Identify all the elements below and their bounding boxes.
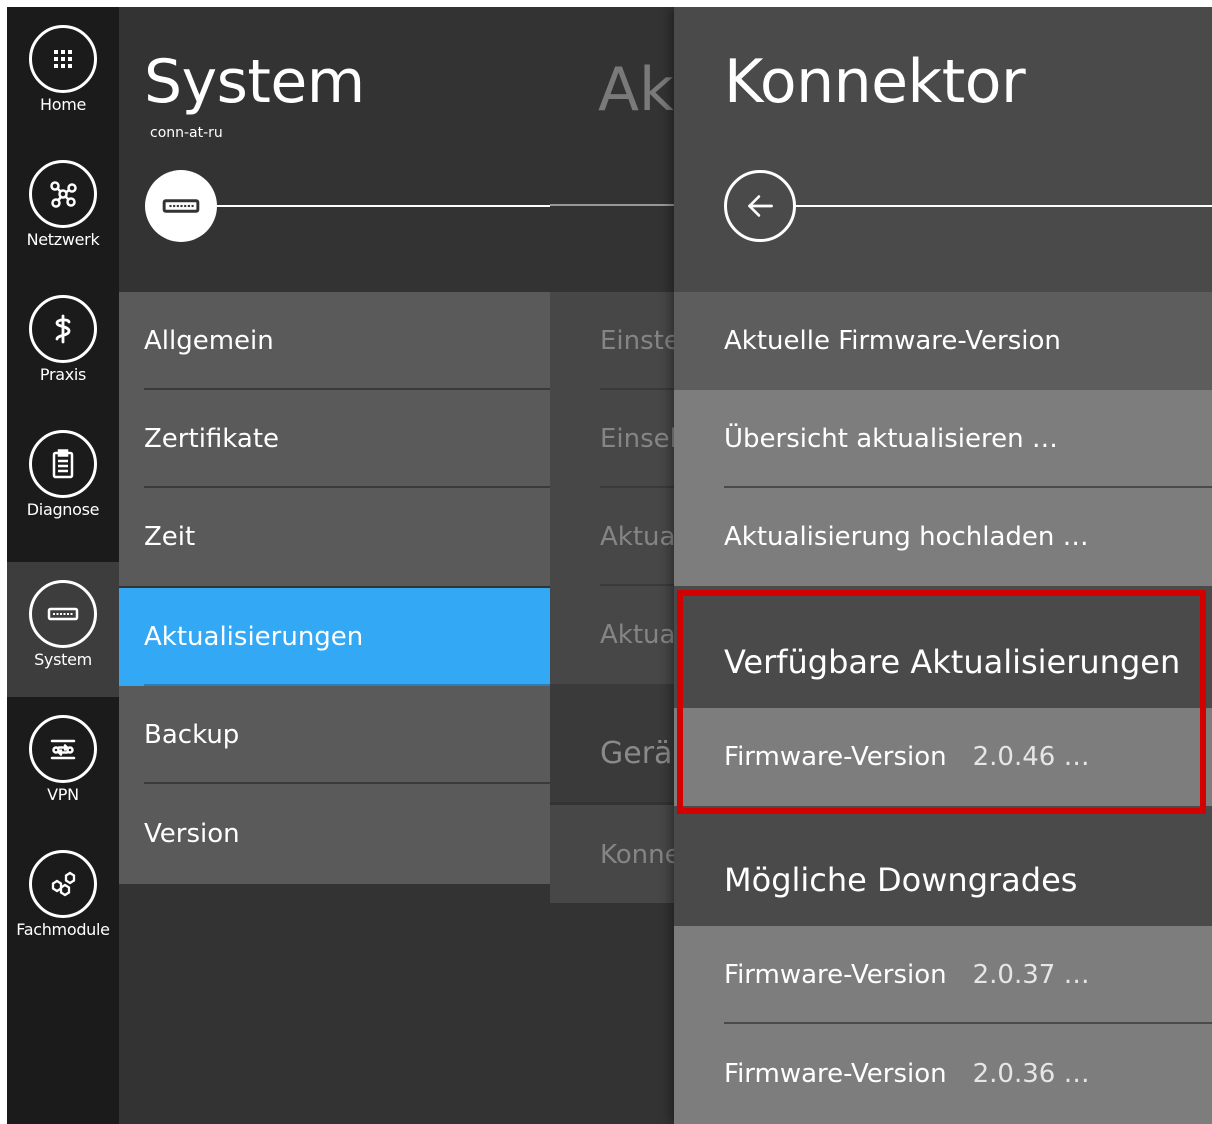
back-button[interactable] xyxy=(724,170,796,242)
breadcrumb-line xyxy=(550,204,674,206)
nav-item-home[interactable]: Home xyxy=(7,7,119,142)
list-item-label: Einste xyxy=(600,326,674,356)
list-item-label: Aktua xyxy=(600,620,674,650)
firmware-label: Firmware-Version xyxy=(724,960,947,990)
refresh-overview-row[interactable]: Übersicht aktualisieren … xyxy=(674,390,1212,488)
konnektor-panel: Konnektor Aktuelle Firmware-Version Über… xyxy=(674,7,1212,1124)
grid-icon xyxy=(29,25,97,93)
menu-item-zertifikate[interactable]: Zertifikate xyxy=(119,390,550,488)
nav-label: VPN xyxy=(47,785,79,804)
nav-item-netzwerk[interactable]: Netzwerk xyxy=(7,142,119,277)
menu-item-label: Backup xyxy=(144,720,240,750)
menu-item-backup[interactable]: Backup xyxy=(119,686,550,784)
aktualisierungen-panel: Ak Einste Einsel Aktua Aktua Gerä Konne xyxy=(550,7,674,1124)
menu-item-aktualisierungen[interactable]: Aktualisierungen xyxy=(119,588,550,686)
menu-item-label: Version xyxy=(144,819,240,849)
system-panel: System conn-at-ru Allgemein Zertifikate … xyxy=(119,7,550,1124)
list-item-label: Einsel xyxy=(600,424,674,454)
breadcrumb-line xyxy=(217,205,550,207)
vpn-icon xyxy=(29,715,97,783)
row-label: Firmware-Version 2.0.36 … xyxy=(724,1059,1090,1089)
firmware-label: Firmware-Version xyxy=(724,742,947,772)
nav-label: Diagnose xyxy=(26,500,100,519)
row-label: Aktuelle Firmware-Version xyxy=(724,326,1061,356)
row-label: Firmware-Version 2.0.37 … xyxy=(724,960,1090,990)
nav-item-system[interactable]: System xyxy=(7,562,119,697)
list-item-label: Konne xyxy=(600,840,674,870)
medical-icon xyxy=(29,295,97,363)
downgrade-firmware-row[interactable]: Firmware-Version 2.0.37 … xyxy=(674,926,1212,1024)
app-window: Home Netzwerk Praxis Diagnose System VPN… xyxy=(7,7,1212,1124)
menu-item-label: Zeit xyxy=(144,522,196,552)
section-heading: Mögliche Downgrades xyxy=(724,861,1078,899)
available-firmware-row[interactable]: Firmware-Version 2.0.46 … xyxy=(674,708,1212,806)
nav-item-fachmodule[interactable]: Fachmodule xyxy=(7,832,119,967)
downgrades-header: Mögliche Downgrades xyxy=(674,808,1212,926)
row-label: Übersicht aktualisieren … xyxy=(724,424,1058,454)
hexagons-icon xyxy=(29,850,97,918)
menu-item-zeit[interactable]: Zeit xyxy=(119,488,550,586)
menu-item-allgemein[interactable]: Allgemein xyxy=(119,292,550,390)
firmware-version: 2.0.46 … xyxy=(972,742,1090,772)
section-heading: Verfügbare Aktualisierungen xyxy=(724,643,1181,681)
menu-item-label: Aktualisierungen xyxy=(144,622,364,652)
nav-rail: Home Netzwerk Praxis Diagnose System VPN… xyxy=(7,7,119,1124)
panel-title: Konnektor xyxy=(724,47,1026,117)
upload-update-row[interactable]: Aktualisierung hochladen … xyxy=(674,488,1212,586)
row-label: Firmware-Version 2.0.46 … xyxy=(724,742,1090,772)
nav-item-vpn[interactable]: VPN xyxy=(7,697,119,832)
available-updates-header: Verfügbare Aktualisierungen xyxy=(674,588,1212,706)
section-header: Gerä xyxy=(550,684,674,802)
nav-label: Praxis xyxy=(39,365,87,384)
current-firmware-row[interactable]: Aktuelle Firmware-Version xyxy=(674,292,1212,390)
nav-label: Netzwerk xyxy=(26,230,100,249)
panel-title: Ak xyxy=(598,55,674,125)
section-label: Gerä xyxy=(600,736,673,771)
device-subtitle: conn-at-ru xyxy=(150,125,223,141)
breadcrumb-line xyxy=(796,205,1212,207)
nav-item-praxis[interactable]: Praxis xyxy=(7,277,119,412)
arrow-left-icon xyxy=(748,195,773,217)
device-icon xyxy=(29,580,97,648)
konnektor-header: Konnektor xyxy=(674,7,1212,292)
list-item[interactable]: Aktua xyxy=(550,488,674,586)
list-item[interactable]: Einsel xyxy=(550,390,674,488)
nav-label: Home xyxy=(39,95,87,114)
menu-item-version[interactable]: Version xyxy=(119,784,550,884)
nav-label: Fachmodule xyxy=(16,920,110,939)
menu-item-label: Zertifikate xyxy=(144,424,280,454)
nav-label: System xyxy=(34,650,92,669)
list-item-label: Aktua xyxy=(600,522,674,552)
row-label: Aktualisierung hochladen … xyxy=(724,522,1089,552)
network-icon xyxy=(29,160,97,228)
list-item[interactable]: Aktua xyxy=(550,586,674,684)
firmware-version: 2.0.36 … xyxy=(972,1059,1090,1089)
device-icon[interactable] xyxy=(145,170,217,242)
firmware-label: Firmware-Version xyxy=(724,1059,947,1089)
page-title: System xyxy=(144,47,365,117)
downgrade-firmware-row[interactable]: Firmware-Version 2.0.36 … xyxy=(674,1024,1212,1124)
list-item[interactable]: Konne xyxy=(550,805,674,903)
nav-item-diagnose[interactable]: Diagnose xyxy=(7,412,119,547)
list-item[interactable]: Einste xyxy=(550,292,674,390)
menu-item-label: Allgemein xyxy=(144,326,274,356)
firmware-version: 2.0.37 … xyxy=(972,960,1090,990)
clipboard-icon xyxy=(29,430,97,498)
system-header: System conn-at-ru xyxy=(119,7,550,292)
